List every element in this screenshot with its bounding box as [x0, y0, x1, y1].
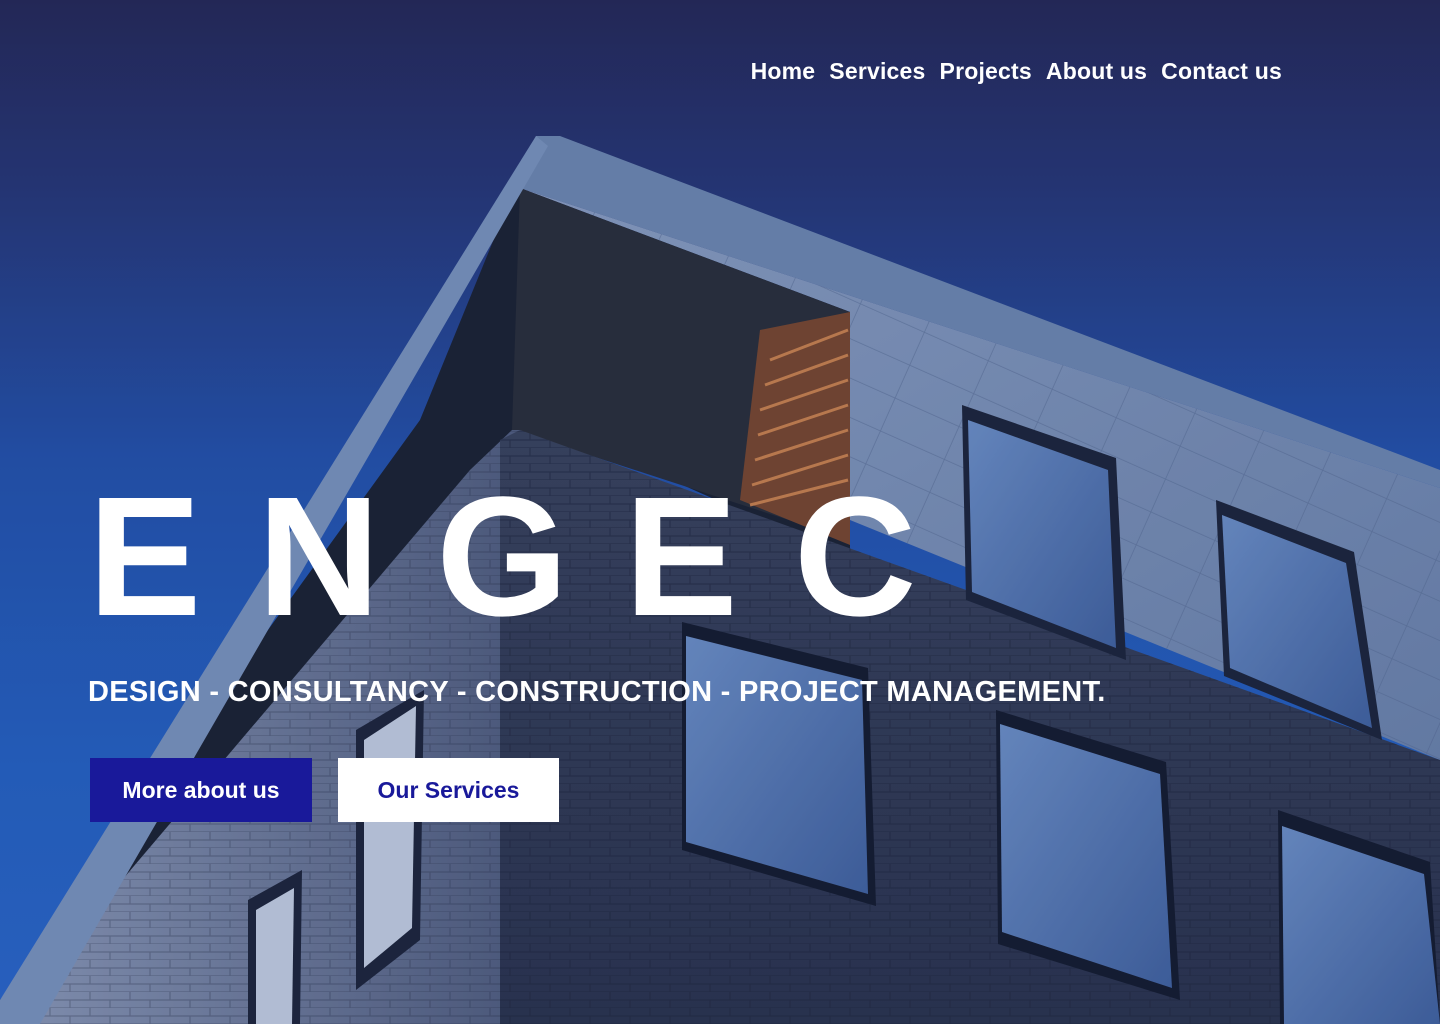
main-nav: Home Services Projects About us Contact …	[751, 58, 1282, 85]
our-services-button[interactable]: Our Services	[338, 758, 559, 822]
brand-title: ENGEC	[88, 462, 973, 652]
nav-link-projects[interactable]: Projects	[940, 58, 1032, 84]
hero-section: Home Services Projects About us Contact …	[0, 0, 1440, 1024]
nav-link-contact-us[interactable]: Contact us	[1161, 58, 1282, 84]
nav-link-home[interactable]: Home	[751, 58, 816, 84]
nav-link-about-us[interactable]: About us	[1046, 58, 1147, 84]
nav-link-services[interactable]: Services	[829, 58, 925, 84]
more-about-us-button[interactable]: More about us	[90, 758, 312, 822]
hero-tagline: DESIGN - CONSULTANCY - CONSTRUCTION - PR…	[88, 676, 1106, 708]
